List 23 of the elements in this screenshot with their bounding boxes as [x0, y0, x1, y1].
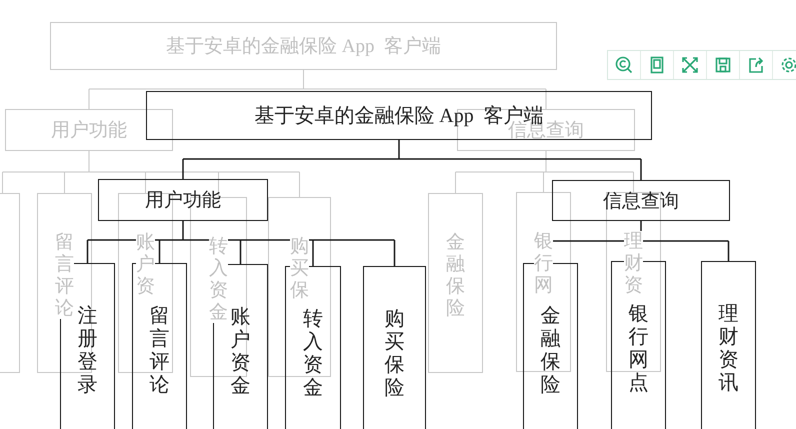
node-label: 账户资: [136, 232, 155, 298]
diagram-node: 用户功能: [98, 179, 268, 221]
node-label: 转入资金: [209, 236, 228, 324]
node-label: 理财资讯: [718, 302, 738, 394]
node-label: 金融保险: [540, 304, 560, 396]
node-label: 金融保险: [446, 232, 465, 320]
node-label: 留言评论: [55, 232, 74, 320]
settings-icon: [780, 56, 796, 74]
page-icon: [648, 56, 666, 74]
node-label: 购买保险: [384, 307, 404, 399]
node-label: 理财资: [624, 231, 643, 297]
magnifier-icon: [615, 56, 633, 74]
diagram-node: 基于安卓的金融保险 App 客户端: [50, 22, 557, 70]
share-icon: [747, 56, 765, 74]
diagram-node: 信息查询: [552, 180, 730, 221]
save-icon: [714, 56, 732, 74]
node-label: 账户资金: [230, 305, 250, 397]
node-label: 银行网点: [628, 302, 648, 394]
diagram-node: 用户功能: [5, 109, 173, 151]
node-label: 转入资金: [303, 307, 323, 399]
expand-icon: [681, 56, 699, 74]
node-label: 注册登录: [78, 304, 98, 396]
node-label: 留言评论: [150, 304, 170, 396]
